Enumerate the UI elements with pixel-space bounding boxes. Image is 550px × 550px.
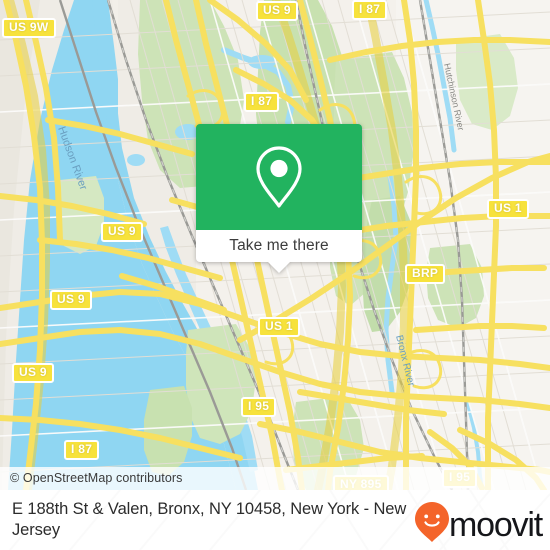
road-shield: BRP <box>405 264 446 284</box>
popup-pointer-tail <box>268 262 290 273</box>
road-shield-label: US 1 <box>265 319 293 333</box>
road-shield-label: US 9 <box>19 365 47 379</box>
page-footer: E 188th St & Valen, Bronx, NY 10458, New… <box>0 490 550 550</box>
road-shield-label: I 87 <box>251 94 273 108</box>
road-shield: US 9W <box>2 18 56 38</box>
road-shield-label: US 9 <box>108 224 136 238</box>
moovit-map-page: Hudson River Bronx River Hutchinson Rive… <box>0 0 550 550</box>
road-shield: US 1 <box>258 317 300 337</box>
road-shield: I 87 <box>244 92 280 112</box>
road-shield-label: BRP <box>412 266 439 280</box>
road-shield: US 9 <box>101 222 143 242</box>
location-pin-icon <box>252 144 306 210</box>
road-shield-label: US 9 <box>57 292 85 306</box>
take-me-there-button[interactable]: Take me there <box>196 230 362 262</box>
road-shield: US 1 <box>487 199 529 219</box>
moovit-wordmark: moovit <box>449 505 543 544</box>
road-shield-label: I 95 <box>248 399 270 413</box>
moovit-logo[interactable]: moovit <box>415 502 543 547</box>
destination-popup-card[interactable]: Take me there <box>196 124 362 273</box>
road-shield: US 9 <box>50 290 92 310</box>
popup-header <box>196 124 362 230</box>
road-shield: I 87 <box>352 0 388 20</box>
moovit-smiley-pin-icon <box>415 502 450 547</box>
road-shield-label: I 87 <box>71 442 93 456</box>
road-shield-label: US 9 <box>263 3 291 17</box>
road-shield: US 9 <box>12 363 54 383</box>
location-caption: E 188th St & Valen, Bronx, NY 10458, New… <box>12 500 407 539</box>
road-shield: US 9 <box>256 1 298 21</box>
take-me-there-label: Take me there <box>229 237 329 255</box>
road-shield: I 87 <box>64 440 100 460</box>
road-shield-label: US 9W <box>9 20 49 34</box>
osm-attribution: © OpenStreetMap contributors <box>0 467 550 490</box>
road-shield-label: I 87 <box>359 2 381 16</box>
road-shield: I 95 <box>241 397 277 417</box>
road-shield-label: US 1 <box>494 201 522 215</box>
